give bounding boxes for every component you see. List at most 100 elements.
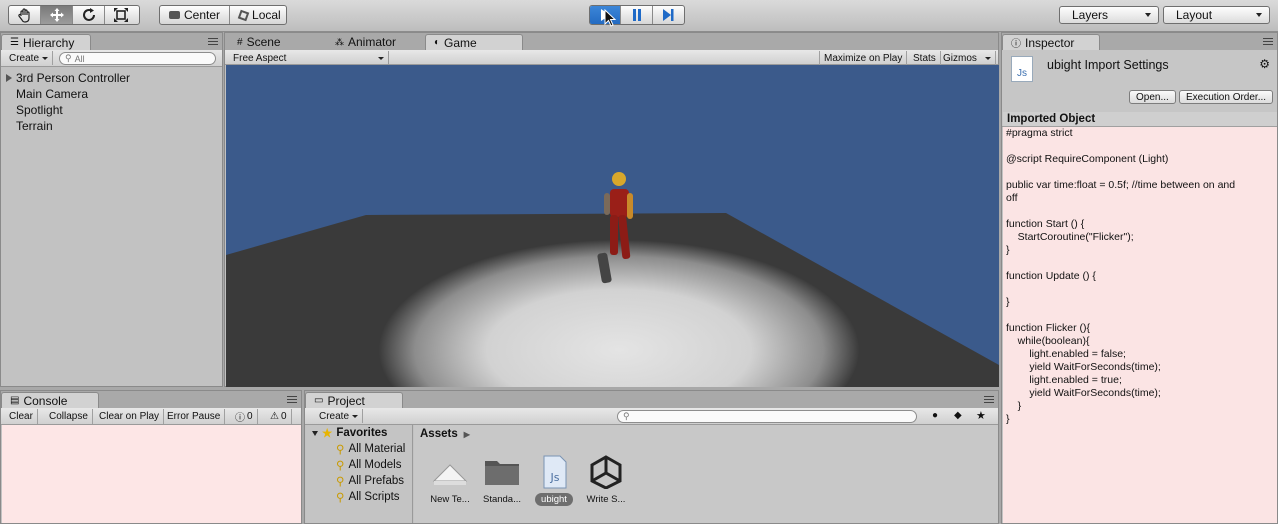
code-line: yield WaitForSeconds(time); [1006,387,1161,399]
filter-by-type-icon[interactable]: ● [932,410,938,421]
hand-icon [17,8,30,23]
favorite-all-models[interactable]: ⚲ All Models [306,457,412,473]
tab-animator[interactable]: ⁂ Animator [327,34,404,50]
hierarchy-item-main-camera[interactable]: Main Camera [1,86,222,102]
execution-order-button[interactable]: Execution Order... [1179,90,1274,104]
info-count-toggle[interactable]: ⓘ 0 [231,409,258,424]
info-icon: ⓘ [235,413,245,424]
move-tool-button[interactable] [41,6,73,24]
panel-menu-icon[interactable] [1263,38,1273,45]
pivot-toggle-group: Center Local [159,5,287,25]
panel-menu-icon[interactable] [208,38,218,45]
asset-new-terrain[interactable]: New Te... [424,455,476,515]
tab-hierarchy-label: Hierarchy [22,35,75,50]
gear-icon[interactable]: ⚙ [1259,57,1270,71]
hand-tool-button[interactable] [9,6,41,24]
favorites-header[interactable]: ★ Favorites [306,425,412,441]
maximize-on-play-toggle[interactable]: Maximize on Play [819,51,908,65]
hierarchy-create-button[interactable]: Create [5,51,54,65]
asset-ubight-script[interactable]: Js ubight [528,455,580,515]
favorite-all-prefabs[interactable]: ⚲ All Prefabs [306,473,412,489]
hierarchy-item-spotlight[interactable]: Spotlight [1,102,222,118]
layout-dropdown[interactable]: Layout [1163,6,1270,24]
scale-tool-button[interactable] [105,6,137,24]
scale-icon [114,8,128,22]
console-log-area[interactable] [2,425,301,523]
console-clear-on-play-button[interactable]: Clear on Play [95,409,165,424]
breadcrumb-assets[interactable]: Assets [420,428,458,440]
favorite-star-icon[interactable]: ★ [976,409,986,422]
rotate-tool-button[interactable] [73,6,105,24]
asset-write-script[interactable]: Write S... [580,455,632,515]
create-label: Create [9,52,40,64]
favorites-label: Favorites [336,427,388,439]
grid-icon: # [237,36,243,48]
local-icon [237,9,250,21]
console-clear-button[interactable]: Clear [5,409,38,424]
hierarchy-item-label: 3rd Person Controller [16,71,131,85]
breadcrumb: Assets ▶ [420,428,470,440]
stats-toggle[interactable]: Stats [909,51,941,65]
tab-inspector[interactable]: ⓘ Inspector [1002,34,1100,50]
favorite-all-material[interactable]: ⚲ All Material [306,441,412,457]
asset-label: ubight [535,493,573,506]
panel-menu-icon[interactable] [287,396,297,403]
layers-dropdown[interactable]: Layers [1059,6,1159,24]
code-line: light.enabled = false; [1006,348,1126,360]
info-icon: ⓘ [1011,39,1021,50]
code-line: } [1006,413,1010,425]
pause-icon [632,9,641,21]
pivot-local-button[interactable]: Local [230,6,286,24]
hierarchy-search-input[interactable]: ⚲ All [59,52,216,65]
tab-project[interactable]: ▭ Project [305,392,403,408]
folder-icon [485,461,519,485]
favorite-label: All Scripts [348,491,400,503]
tab-scene[interactable]: # Scene [229,34,289,50]
project-tabstrip: ▭ Project [305,391,998,408]
game-viewport[interactable] [226,65,999,387]
pivot-center-button[interactable]: Center [160,6,231,24]
animator-icon: ⁂ [335,36,344,47]
hierarchy-item-label: Main Camera [16,87,89,101]
open-button[interactable]: Open... [1129,90,1176,104]
pivot-center-label: Center [184,8,221,22]
favorite-all-scripts[interactable]: ⚲ All Scripts [306,489,412,505]
hierarchy-item-terrain[interactable]: Terrain [1,118,222,134]
expand-arrow-icon[interactable] [6,74,12,82]
chevron-down-icon [42,56,49,60]
aspect-dropdown[interactable]: Free Aspect [229,51,389,65]
filter-by-label-icon[interactable]: ◆ [954,410,962,421]
inspector-title: ubight Import Settings [1047,58,1169,72]
step-icon [663,9,674,21]
tab-console[interactable]: ▤ Console [1,392,99,408]
pause-button[interactable] [621,6,653,24]
code-line: } [1006,244,1010,256]
layers-label: Layers [1072,8,1109,22]
project-search-input[interactable]: ⚲ [617,410,917,423]
code-line: yield WaitForSeconds(time); [1006,361,1161,373]
tab-hierarchy[interactable]: ☰ Hierarchy [1,34,91,50]
asset-label: New Te... [430,494,470,505]
favorites-sidebar: ★ Favorites ⚲ All Material ⚲ All Models … [306,425,413,523]
tab-console-label: Console [23,393,68,408]
panel-menu-icon[interactable] [984,396,994,403]
hierarchy-item-3rd-person-controller[interactable]: 3rd Person Controller [1,70,222,86]
console-collapse-button[interactable]: Collapse [45,409,93,424]
step-button[interactable] [653,6,684,24]
game-subbar: Free Aspect Maximize on Play Stats Gizmo… [225,50,998,65]
chevron-down-icon [984,56,991,60]
assets-grid: Assets ▶ New Te... Standa... Js ubight W… [414,425,998,523]
search-icon: ⚲ [336,460,345,472]
project-create-button[interactable]: Create [315,409,364,423]
console-error-pause-button[interactable]: Error Pause [163,409,226,424]
warning-count-toggle[interactable]: ⚠ 0 [266,409,292,424]
asset-standard-folder[interactable]: Standa... [476,455,528,515]
gizmos-dropdown[interactable]: Gizmos [939,51,996,65]
code-line: } [1006,400,1022,412]
code-line: off [1006,192,1018,204]
stats-label: Stats [913,52,936,64]
code-line: #pragma strict [1006,127,1073,139]
tab-game[interactable]: ◐ Game [425,34,523,50]
game-tabstrip: # Scene ⁂ Animator ◐ Game [225,33,998,50]
